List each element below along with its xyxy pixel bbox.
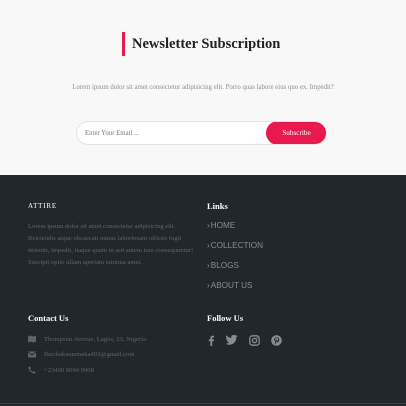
footer-divider (0, 403, 406, 404)
footer-link-about-us[interactable]: ›ABOUT US (207, 281, 252, 290)
facebook-icon[interactable] (205, 334, 217, 346)
footer-link-collection[interactable]: ›COLLECTION (207, 241, 263, 250)
newsletter-form: Subscribe (76, 121, 327, 145)
accent-bar (122, 32, 125, 56)
footer-brand: ATTIRE (28, 202, 57, 210)
footer-link-label: ABOUT US (210, 281, 253, 290)
chevron-right-icon: › (207, 241, 210, 250)
chevron-right-icon: › (207, 221, 210, 230)
footer-link-home[interactable]: ›HOME (207, 221, 235, 230)
footer-link-label: HOME (210, 221, 236, 230)
email-input[interactable] (77, 122, 267, 144)
envelope-icon (28, 350, 36, 358)
newsletter-description: Lorem ipsum dolor sit amet consectetur a… (72, 84, 334, 91)
phone-icon (28, 366, 36, 374)
links-heading: Links (207, 201, 228, 211)
newsletter-section: Newsletter Subscription Lorem ipsum dolo… (0, 0, 406, 175)
footer-link-blogs[interactable]: ›BLOGS (207, 261, 239, 270)
contact-email: Ikechukwuemeka493@gmail.com (28, 349, 134, 359)
contact-phone: +23490 9094 9908 (28, 365, 94, 375)
chevron-right-icon: › (207, 281, 210, 290)
footer-about-text: Lorem ipsum dolor sit amet consectetur a… (28, 223, 194, 266)
chevron-right-icon: › (207, 261, 210, 270)
newsletter-heading: Newsletter Subscription (122, 32, 280, 56)
footer-link-label: COLLECTION (210, 241, 264, 250)
pinterest-icon[interactable] (270, 334, 282, 346)
contact-address-text: Thompson Avenue, Lagos, 23, Nigeria (44, 335, 146, 343)
twitter-icon[interactable] (226, 334, 238, 346)
instagram-icon[interactable] (248, 334, 260, 346)
contact-phone-text: +23490 9094 9908 (44, 366, 94, 374)
footer-link-label: BLOGS (210, 261, 239, 270)
contact-heading: Contact Us (28, 313, 69, 323)
contact-address: Thompson Avenue, Lagos, 23, Nigeria (28, 334, 146, 344)
map-icon (28, 335, 36, 343)
newsletter-title: Newsletter Subscription (132, 35, 281, 52)
subscribe-button[interactable]: Subscribe (266, 122, 326, 144)
follow-heading: Follow Us (207, 313, 244, 323)
contact-email-text: Ikechukwuemeka493@gmail.com (44, 350, 135, 358)
